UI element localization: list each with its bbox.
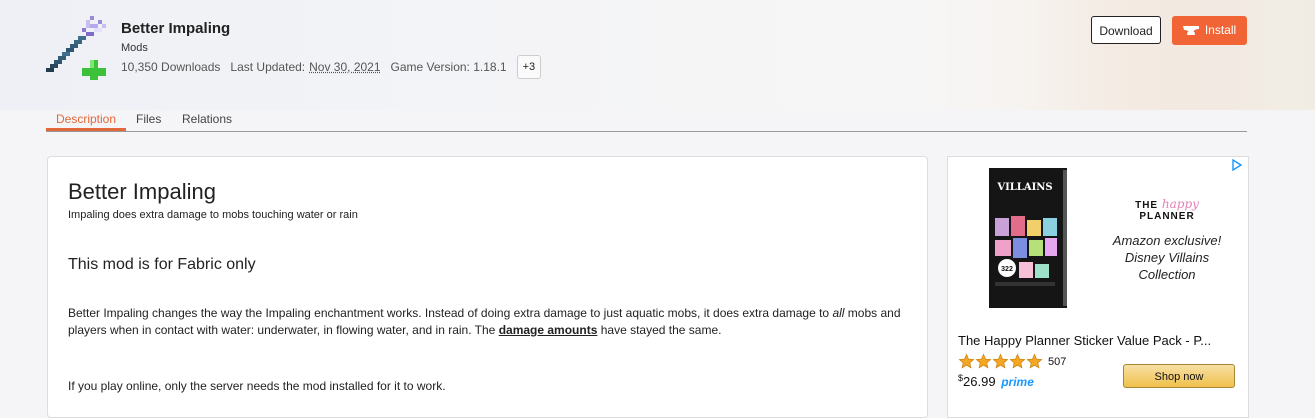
description-heading: Better Impaling — [68, 179, 216, 204]
project-category[interactable]: Mods — [121, 42, 148, 54]
ad-product-title[interactable]: The Happy Planner Sticker Value Pack - P… — [958, 333, 1240, 348]
tab-description[interactable]: Description — [56, 112, 116, 126]
project-meta: 10,350 Downloads Last Updated: Nov 30, 2… — [121, 55, 542, 79]
svg-text:322: 322 — [1001, 266, 1013, 273]
description-summary: Impaling does extra damage to mobs touch… — [68, 209, 358, 221]
adchoices-icon[interactable] — [1232, 159, 1242, 171]
shop-now-button[interactable]: Shop now — [1123, 364, 1235, 388]
active-tab-indicator — [46, 128, 126, 131]
review-count: 507 — [1048, 355, 1067, 368]
damage-amounts-link[interactable]: damage amounts — [499, 323, 598, 337]
prime-logo: prime — [1001, 375, 1034, 389]
ad-price: $26.99 prime — [958, 373, 1034, 389]
more-versions-badge[interactable]: +3 — [516, 55, 542, 79]
star-icon — [1026, 353, 1043, 369]
star-icon — [992, 353, 1009, 369]
emphasis-text: all — [832, 306, 845, 320]
svg-text:VILLAINS: VILLAINS — [996, 182, 1052, 193]
project-title: Better Impaling — [121, 20, 231, 37]
install-label: Install — [1204, 23, 1237, 37]
description-card: Better Impaling Impaling does extra dama… — [47, 156, 928, 418]
curseforge-anvil-icon — [1182, 26, 1199, 35]
description-subheading: This mod is for Fabric only — [68, 256, 256, 273]
install-button[interactable]: Install — [1172, 16, 1247, 45]
trident-plus-icon — [46, 16, 110, 80]
ad-tagline: Amazon exclusive! Disney Villains Collec… — [1112, 233, 1222, 282]
game-version: Game Version: 1.18.1 — [390, 60, 507, 74]
download-button[interactable]: Download — [1091, 16, 1161, 44]
product-image[interactable]: VILLAINS 322 — [989, 168, 1067, 308]
advertisement[interactable]: VILLAINS 322 THE happy PLANNER Amazon ex… — [947, 156, 1249, 418]
ad-brand-logo: THE happy PLANNER — [1135, 197, 1199, 222]
ad-rating: 507 — [958, 353, 1066, 370]
star-icon — [1009, 353, 1026, 369]
last-updated-label: Last Updated: — [230, 60, 306, 74]
description-paragraph: Better Impaling changes the way the Impa… — [68, 306, 901, 337]
tab-files[interactable]: Files — [136, 112, 161, 126]
star-icon — [958, 353, 975, 369]
tab-bar: Description Files Relations — [46, 110, 1247, 132]
last-updated-date: Nov 30, 2021 — [309, 60, 381, 74]
star-icon — [975, 353, 992, 369]
tab-relations[interactable]: Relations — [182, 112, 232, 126]
download-count: 10,350 Downloads — [121, 60, 221, 74]
description-paragraph-2: If you play online, only the server need… — [68, 379, 446, 393]
